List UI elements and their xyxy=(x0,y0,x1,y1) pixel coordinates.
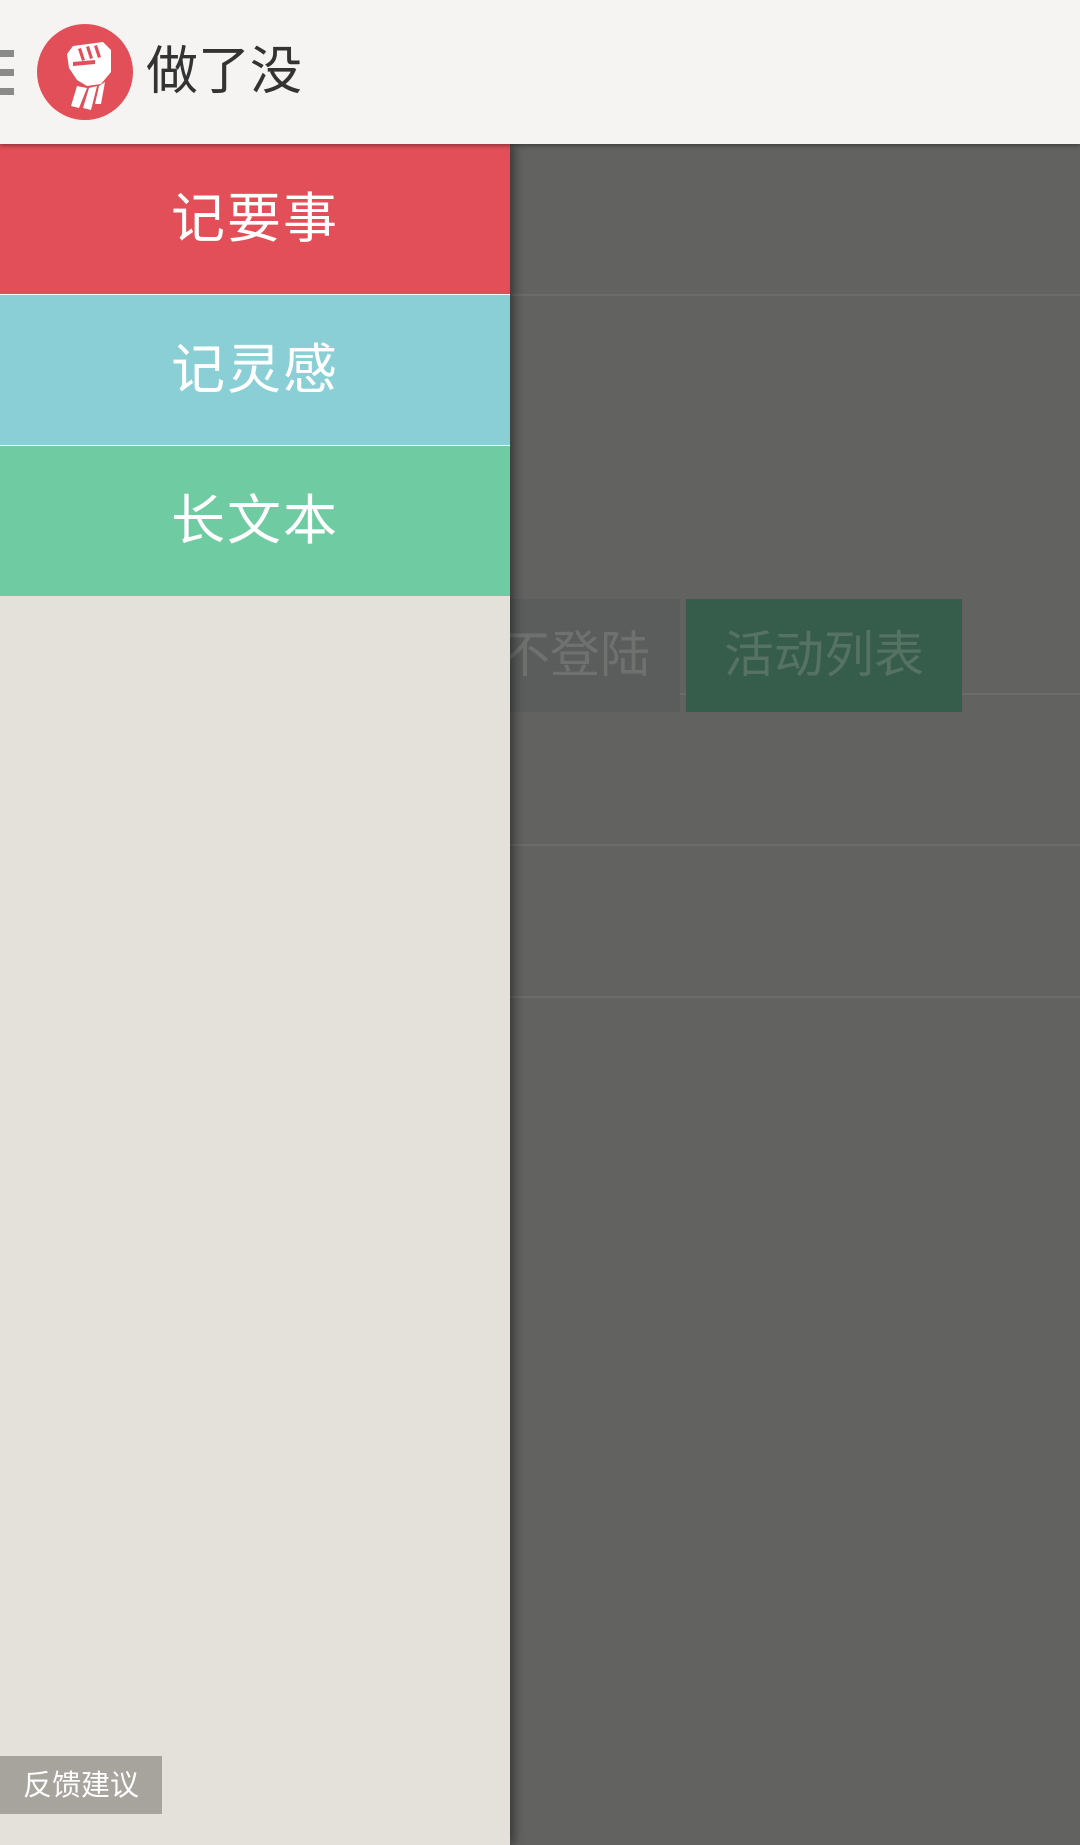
activity-list-button[interactable]: 活动列表 xyxy=(686,599,962,712)
app-screen: 做了没 不登陆 活动列表 记要事 记灵感 长文本 反馈建议 xyxy=(0,0,1080,1845)
list-divider xyxy=(510,996,1080,998)
menu-item-inspiration[interactable]: 记灵感 xyxy=(0,295,510,445)
raised-fist-icon[interactable] xyxy=(37,24,133,120)
menu-item-long-text[interactable]: 长文本 xyxy=(0,446,510,596)
navigation-drawer: 记要事 记灵感 长文本 反馈建议 xyxy=(0,144,510,1845)
list-divider xyxy=(510,844,1080,846)
action-bar: 做了没 xyxy=(0,0,1080,144)
feedback-button[interactable]: 反馈建议 xyxy=(0,1756,162,1814)
menu-item-important-note[interactable]: 记要事 xyxy=(0,144,510,294)
list-divider xyxy=(510,294,1080,296)
drawer-toggle-icon[interactable] xyxy=(0,50,16,96)
app-title: 做了没 xyxy=(146,42,303,102)
